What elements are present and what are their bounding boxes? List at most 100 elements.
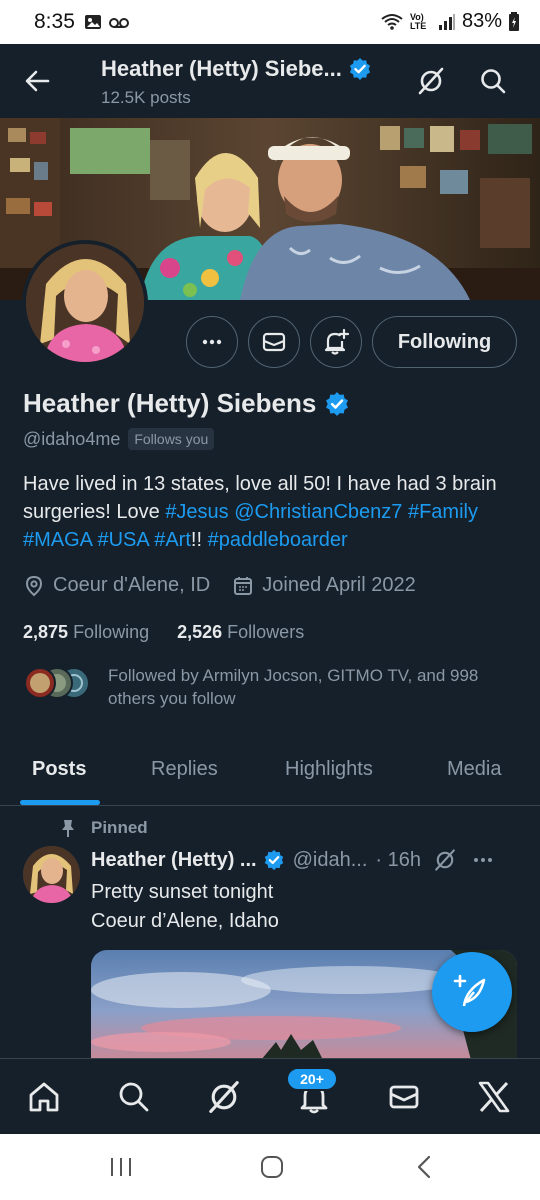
profile-stats: 2,875 Following 2,526 Followers <box>23 622 332 643</box>
tab-highlights[interactable]: Highlights <box>285 758 373 781</box>
voicemail-icon <box>109 18 129 28</box>
feather-plus-icon <box>453 974 486 1007</box>
verified-badge-icon <box>326 391 349 416</box>
tab-replies[interactable]: Replies <box>151 758 218 781</box>
system-navigation-bar <box>0 1134 540 1200</box>
post-avatar-photo <box>23 846 80 903</box>
nav-grok[interactable] <box>206 1079 242 1115</box>
post-text: Pretty sunset tonight Coeur d’Alene, Ida… <box>91 878 279 936</box>
status-time: 8:35 <box>34 10 75 33</box>
pinned-indicator: Pinned <box>59 818 148 838</box>
hashtag-link[interactable]: #Art <box>154 529 191 551</box>
signal-icon <box>438 13 455 30</box>
following-count: 2,875 <box>23 622 69 642</box>
more-horizontal-icon[interactable] <box>471 848 495 872</box>
hashtag-link[interactable]: #USA <box>97 529 148 551</box>
post-header: Heather (Hetty) ... @idah... · 16h <box>91 848 521 872</box>
nav-x[interactable] <box>476 1079 512 1115</box>
hashtag-link[interactable]: #Jesus <box>165 501 228 523</box>
message-button[interactable] <box>248 316 300 368</box>
followers-count: 2,526 <box>177 622 223 642</box>
gallery-icon <box>85 15 101 29</box>
hashtag-link[interactable]: #paddleboarder <box>208 529 348 551</box>
nav-home[interactable] <box>26 1079 62 1115</box>
joined-text: Joined April 2022 <box>262 574 416 596</box>
followers-stat[interactable]: 2,526 Followers <box>177 622 304 643</box>
following-stat[interactable]: 2,875 Following <box>23 622 149 643</box>
status-right: Vo) LTE 83% <box>380 10 520 33</box>
post-text-line: Coeur d’Alene, Idaho <box>91 910 279 932</box>
envelope-icon <box>262 332 286 352</box>
hashtag-link[interactable]: #MAGA <box>23 529 92 551</box>
display-name: Heather (Hetty) Siebens <box>23 388 317 418</box>
back-chevron-icon[interactable] <box>413 1154 435 1180</box>
home-icon <box>29 1082 59 1112</box>
calendar-icon <box>234 576 253 595</box>
verified-badge-icon <box>349 58 370 80</box>
header-name: Heather (Hetty) Siebe... <box>101 56 342 81</box>
pinned-label: Pinned <box>91 818 148 837</box>
display-name-row: Heather (Hetty) Siebens <box>23 388 350 419</box>
following-button[interactable]: Following <box>372 316 517 368</box>
home-circle-icon[interactable] <box>259 1154 285 1180</box>
joined-item: Joined April 2022 <box>232 574 416 597</box>
more-horizontal-icon <box>202 339 222 345</box>
notifications-subscribe-button[interactable] <box>310 316 362 368</box>
x-logo-icon <box>478 1081 510 1113</box>
followed-by-text: Followed by Armilyn Jocson, GITMO TV, an… <box>108 666 479 708</box>
compose-post-button[interactable] <box>432 952 512 1032</box>
profile-bio: Have lived in 13 states, love all 50! I … <box>23 470 523 554</box>
tab-media[interactable]: Media <box>447 758 501 781</box>
network-label: Vo) LTE <box>409 11 427 31</box>
post-author-name[interactable]: Heather (Hetty) ... <box>91 849 257 872</box>
location-pin-icon <box>25 575 43 596</box>
bio-exclamation: !! <box>190 529 203 551</box>
tab-posts[interactable]: Posts <box>32 758 86 781</box>
nav-search[interactable] <box>116 1079 152 1115</box>
verified-badge-icon <box>264 849 283 871</box>
grok-button[interactable] <box>416 66 446 96</box>
location-text: Coeur d'Alene, ID <box>53 574 211 596</box>
pin-icon <box>62 820 74 837</box>
status-left-icons <box>84 13 130 31</box>
post-author-avatar[interactable] <box>23 846 80 903</box>
grok-icon <box>209 1081 239 1113</box>
handle-row: @idaho4me Follows you <box>23 428 215 450</box>
following-label: Following <box>73 622 150 642</box>
more-options-button[interactable] <box>186 316 238 368</box>
profile-meta: Coeur d'Alene, ID Joined April 2022 <box>23 574 438 597</box>
battery-percent: 83% <box>461 10 502 32</box>
search-icon <box>481 69 506 94</box>
back-button[interactable] <box>22 66 52 96</box>
mention-link[interactable]: @ChristianCbenz7 <box>234 501 402 523</box>
envelope-icon <box>389 1085 419 1109</box>
recent-apps-icon[interactable] <box>108 1155 134 1179</box>
status-bar: 8:35 Vo) LTE 83% <box>0 0 540 44</box>
profile-avatar[interactable] <box>22 240 148 366</box>
follows-you-badge: Follows you <box>128 428 215 450</box>
followed-by-avatars <box>24 667 90 699</box>
location-item: Coeur d'Alene, ID <box>23 574 210 597</box>
profile-tabs: Posts Replies Highlights Media <box>0 744 540 806</box>
wifi-icon <box>381 13 403 30</box>
followers-label: Followers <box>227 622 305 642</box>
post-author-handle: @idah... <box>292 848 368 871</box>
post-text-line: Pretty sunset tonight <box>91 881 274 903</box>
battery-icon <box>509 11 519 31</box>
profile-header: Heather (Hetty) Siebe... 12.5K posts <box>0 44 540 118</box>
nav-messages[interactable] <box>386 1079 422 1115</box>
bottom-navigation: 20+ <box>0 1058 540 1134</box>
search-icon <box>119 1082 149 1112</box>
bell-plus-icon <box>324 328 350 355</box>
profile-handle: @idaho4me <box>23 428 121 449</box>
grok-icon[interactable] <box>433 848 457 872</box>
search-button[interactable] <box>478 66 508 96</box>
post-timestamp[interactable]: · 16h <box>375 849 421 872</box>
hashtag-link[interactable]: #Family <box>408 501 478 523</box>
notification-badge: 20+ <box>286 1067 338 1091</box>
grok-icon <box>418 67 444 95</box>
header-posts-count: 12.5K posts <box>101 88 191 107</box>
avatar-photo <box>26 244 144 362</box>
arrow-left-icon <box>25 70 50 92</box>
header-name-row: Heather (Hetty) Siebe... <box>101 56 372 82</box>
